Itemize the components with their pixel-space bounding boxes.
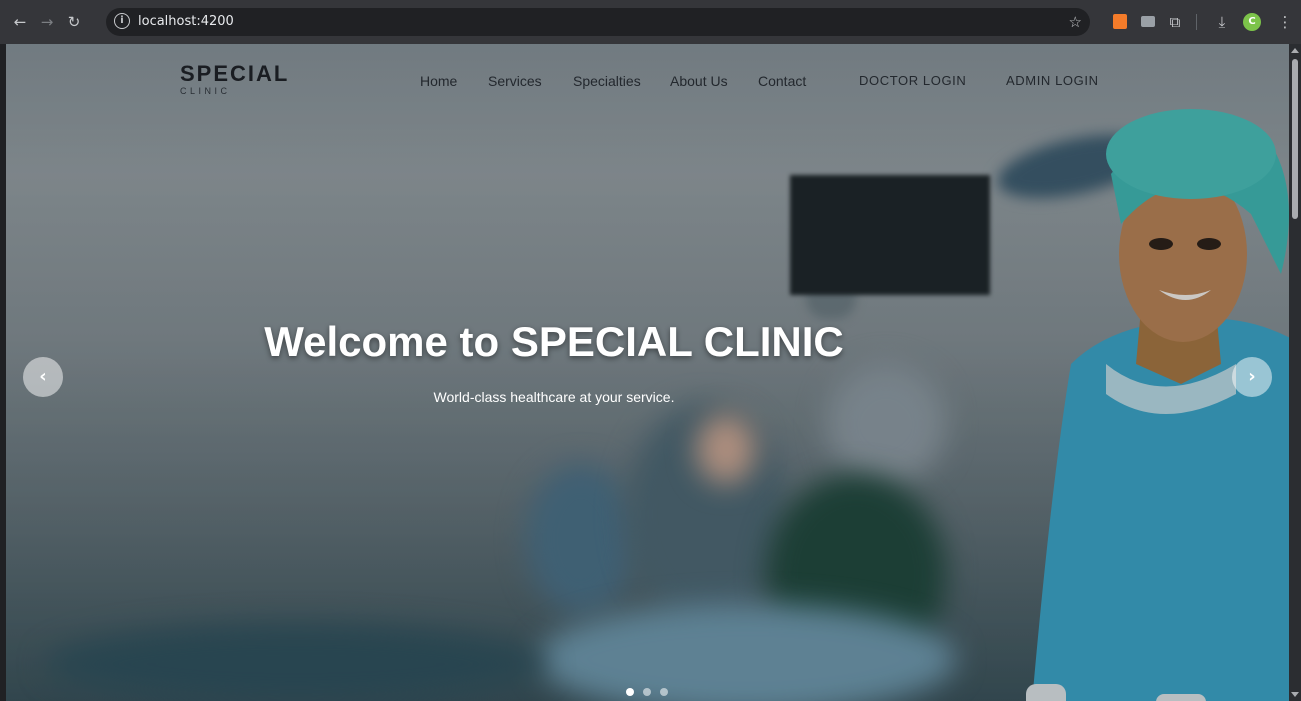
hero-subtitle: World-class healthcare at your service.	[433, 389, 675, 405]
forward-icon[interactable]: →	[36, 11, 58, 33]
extension-folder-icon[interactable]	[1141, 16, 1155, 27]
nav-about-us[interactable]: About Us	[670, 73, 728, 89]
browser-menu-icon[interactable]: ⋮	[1274, 11, 1296, 33]
bookmark-star-icon[interactable]: ☆	[1069, 8, 1082, 36]
scrollbar-thumb[interactable]	[1292, 59, 1298, 219]
hero-carousel: SPECIAL CLINIC Home Services Specialties…	[6, 44, 1289, 701]
toolbar-divider	[1196, 14, 1197, 30]
nav-specialties[interactable]: Specialties	[573, 73, 641, 89]
nav-contact[interactable]: Contact	[758, 73, 806, 89]
doctor-login-link[interactable]: DOCTOR LOGIN	[859, 73, 966, 89]
carousel-indicator-3[interactable]	[660, 688, 668, 696]
address-bar[interactable]: i localhost:4200 ☆	[106, 8, 1090, 36]
logo-subtitle: CLINIC	[180, 86, 231, 96]
carousel-prev-button[interactable]: ‹	[23, 357, 63, 397]
logo-title: SPECIAL	[180, 61, 290, 86]
download-icon[interactable]: ⤓	[1211, 11, 1233, 33]
site-info-icon[interactable]: i	[114, 13, 130, 29]
address-url[interactable]: localhost:4200	[138, 8, 234, 36]
scroll-up-icon[interactable]	[1291, 48, 1299, 53]
page-scrollbar[interactable]	[1289, 44, 1301, 701]
hero-title: Welcome to SPECIAL CLINIC	[264, 318, 844, 365]
hero-overlay	[6, 44, 1289, 701]
nav-services[interactable]: Services	[488, 73, 542, 89]
browser-toolbar: ← → ↻ i localhost:4200 ☆ ⧉ ⤓ C ⋮	[0, 0, 1301, 44]
site-logo[interactable]: SPECIAL CLINIC	[180, 62, 289, 97]
nav-home[interactable]: Home	[420, 73, 457, 89]
carousel-next-button[interactable]: ›	[1232, 357, 1272, 397]
scroll-down-icon[interactable]	[1291, 692, 1299, 697]
carousel-indicator-1[interactable]	[626, 688, 634, 696]
extension-orange-icon[interactable]	[1113, 14, 1127, 29]
extensions-puzzle-icon[interactable]: ⧉	[1164, 11, 1186, 33]
admin-login-link[interactable]: ADMIN LOGIN	[1006, 73, 1099, 89]
back-icon[interactable]: ←	[9, 11, 31, 33]
reload-icon[interactable]: ↻	[63, 11, 85, 33]
carousel-indicator-2[interactable]	[643, 688, 651, 696]
profile-avatar[interactable]: C	[1243, 13, 1261, 31]
